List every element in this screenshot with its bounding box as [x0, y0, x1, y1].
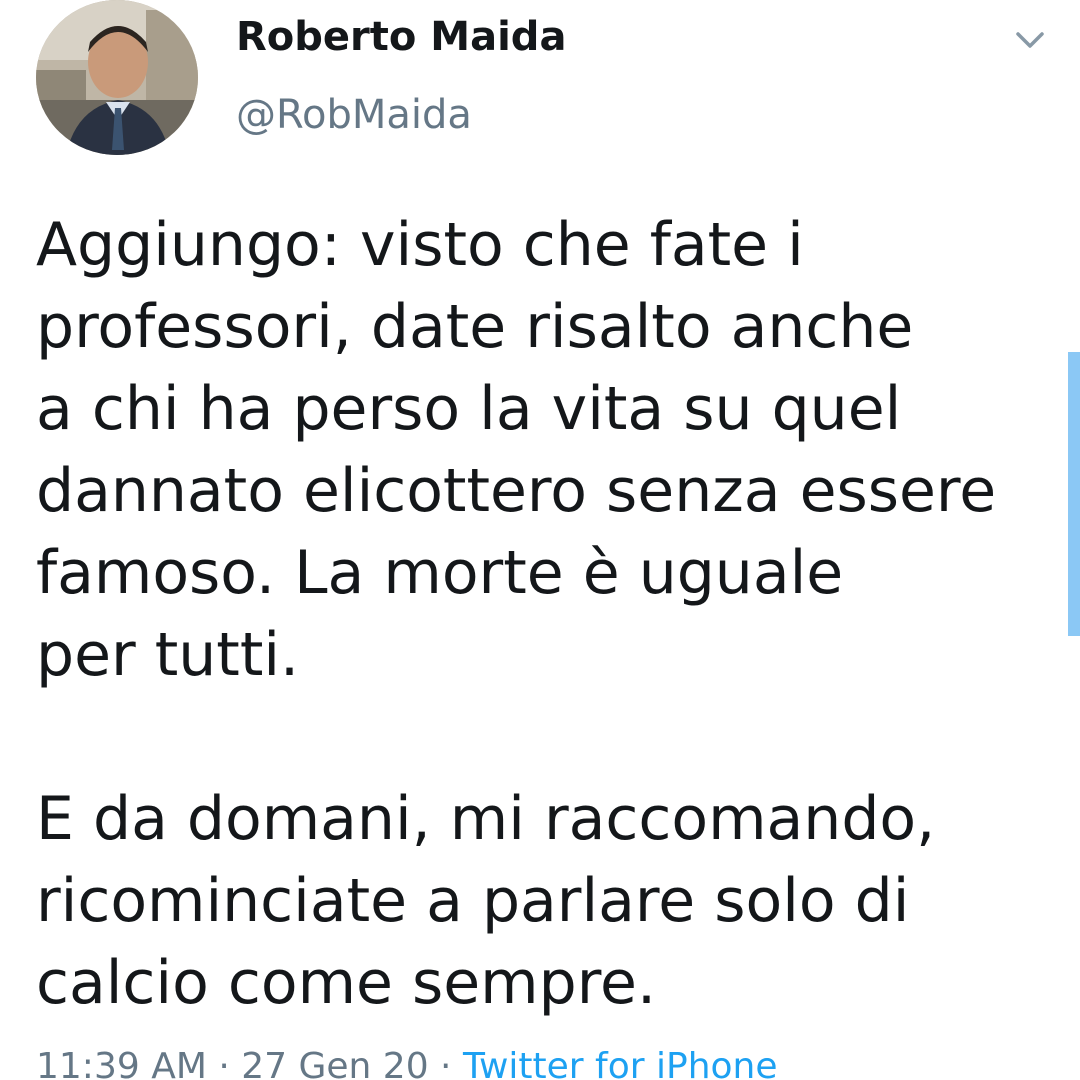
author-handle[interactable]: @RobMaida	[236, 92, 472, 138]
tweet-text: Aggiungo: visto che fate i professori, d…	[36, 204, 1036, 1024]
tweet-line: E da domani, mi raccomando,	[36, 784, 936, 854]
tweet-meta: 11:39 AM · 27 Gen 20 · Twitter for iPhon…	[36, 1046, 778, 1080]
tweet-source-link[interactable]: Twitter for iPhone	[463, 1046, 778, 1080]
meta-separator: ·	[206, 1046, 242, 1080]
tweet-line: Aggiungo: visto che fate i	[36, 210, 804, 280]
scrollbar-thumb[interactable]	[1068, 352, 1080, 636]
meta-separator: ·	[428, 1046, 463, 1080]
tweet-line: a chi ha perso la vita su quel	[36, 374, 902, 444]
tweet-line: calcio come sempre.	[36, 948, 657, 1018]
tweet-line: professori, date risalto anche	[36, 292, 914, 362]
tweet-line: dannato elicottero senza essere	[36, 456, 997, 526]
avatar[interactable]	[36, 0, 198, 155]
author-display-name[interactable]: Roberto Maida	[236, 14, 566, 60]
tweet-line: famoso. La morte è uguale	[36, 538, 844, 608]
tweet-line: ricominciate a parlare solo di	[36, 866, 910, 936]
tweet-time: 11:39 AM	[36, 1046, 207, 1080]
tweet-date: 27 Gen 20	[241, 1046, 429, 1080]
tweet-line: per tutti.	[36, 620, 300, 690]
chevron-down-icon[interactable]	[1008, 22, 1052, 58]
tweet-card: Roberto Maida @RobMaida Aggiungo: visto …	[0, 0, 1080, 1080]
profile-photo	[36, 0, 198, 155]
